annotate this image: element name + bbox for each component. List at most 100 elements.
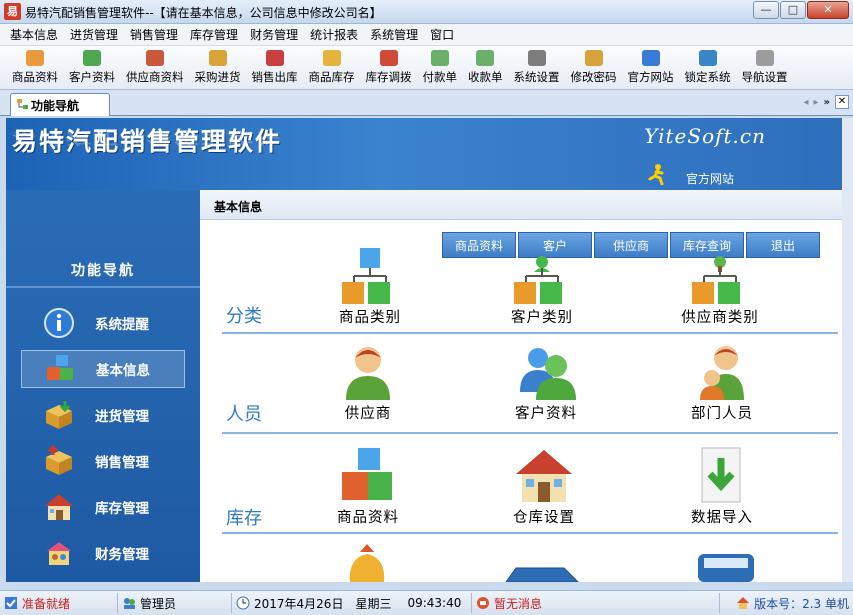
money-bag-icon[interactable] bbox=[342, 542, 392, 582]
toolbar-label: 客户资料 bbox=[69, 70, 115, 84]
toolbar-button-3[interactable]: 采购进货 bbox=[191, 46, 245, 89]
section-divider bbox=[222, 432, 838, 434]
toolbar-label: 采购进货 bbox=[194, 70, 241, 84]
users-icon bbox=[520, 348, 576, 400]
car-icon[interactable] bbox=[502, 562, 582, 582]
status-version: 版本号：2.3 单机 bbox=[720, 593, 853, 613]
toolbar-icon bbox=[26, 50, 44, 66]
supplier-tile[interactable]: 供应商 bbox=[298, 342, 438, 428]
supplier-category-tile[interactable]: 供应商类别 bbox=[650, 246, 790, 326]
tile-label: 数据导入 bbox=[691, 510, 753, 526]
toolbar-button-0[interactable]: 商品资料 bbox=[8, 46, 62, 89]
title-bar: 易 易特汽配销售管理软件--【请在基本信息，公司信息中修改公司名】 — □ ✕ bbox=[0, 0, 853, 24]
menu-system[interactable]: 系统管理 bbox=[364, 26, 424, 43]
toolbar-button-10[interactable]: 修改密码 bbox=[567, 46, 621, 89]
status-weekday: 星期三 bbox=[355, 596, 392, 611]
tab-close-icon[interactable]: ✕ bbox=[835, 95, 849, 109]
box-out-icon bbox=[46, 445, 72, 475]
toolbar-icon bbox=[322, 50, 341, 66]
sidebar-item-label: 系统提醒 bbox=[95, 317, 149, 333]
tile-label: 商品资料 bbox=[337, 510, 399, 526]
sidebar-item-purchase[interactable]: 进货管理 bbox=[21, 396, 185, 434]
product-profile-tile[interactable]: 商品资料 bbox=[298, 446, 438, 530]
toolbar-icon bbox=[208, 50, 227, 66]
status-date: 2017年4月26日 bbox=[254, 596, 344, 611]
warehouse-settings-tile[interactable]: 仓库设置 bbox=[474, 446, 614, 530]
tile-label: 商品类别 bbox=[339, 310, 401, 326]
toolbar-label: 供应商资料 bbox=[126, 70, 184, 84]
sidebar-item-sales[interactable]: 销售管理 bbox=[21, 442, 185, 480]
toolbar-label: 系统设置 bbox=[513, 70, 560, 84]
toolbar-button-12[interactable]: 锁定系统 bbox=[681, 46, 735, 89]
status-messages[interactable]: 暂无消息 bbox=[472, 593, 720, 613]
toolbar-button-1[interactable]: 客户资料 bbox=[65, 46, 119, 89]
house-icon bbox=[516, 450, 572, 502]
sidebar-item-finance[interactable]: 财务管理 bbox=[21, 534, 185, 572]
department-staff-tile[interactable]: 部门人员 bbox=[652, 342, 792, 428]
tab-strip: 功能导航 ◂ ▸ » ✕ bbox=[0, 90, 853, 116]
toolbar-button-7[interactable]: 付款单 bbox=[419, 46, 462, 89]
toolbar-button-4[interactable]: 销售出库 bbox=[248, 46, 302, 89]
toolbar-button-5[interactable]: 商品库存 bbox=[305, 46, 359, 89]
section-divider bbox=[222, 332, 838, 334]
toolbar-icon bbox=[379, 50, 398, 66]
toolbar-label: 官方网站 bbox=[627, 70, 674, 84]
menu-basic-info[interactable]: 基本信息 bbox=[4, 26, 64, 43]
house-icon bbox=[45, 494, 73, 520]
truck-icon[interactable] bbox=[696, 548, 756, 582]
toolbar-icon bbox=[641, 50, 660, 66]
toolbar: 商品资料 客户资料 供应商资料 采购进货 销售出库 商品库存 库存调拨 付款单 收款单 系统设置修… bbox=[0, 46, 853, 90]
menu-inventory[interactable]: 库存管理 bbox=[184, 26, 244, 43]
tile-label: 客户类别 bbox=[511, 310, 573, 326]
toolbar-button-8[interactable]: 收款单 bbox=[464, 46, 507, 89]
customer-category-tile[interactable]: 客户类别 bbox=[472, 246, 612, 326]
data-import-tile[interactable]: 数据导入 bbox=[652, 446, 792, 530]
customer-profile-tile[interactable]: 客户资料 bbox=[476, 342, 616, 428]
section-label-inventory: 库存 bbox=[226, 508, 262, 529]
app-banner: 易特汽配销售管理软件 易特汽配销售管理软件 YiteSoft.cn 官方网站 bbox=[6, 118, 842, 190]
tab-scroll-left-icon[interactable]: ◂ bbox=[803, 97, 808, 108]
toolbar-icon bbox=[584, 50, 603, 66]
menu-sales[interactable]: 销售管理 bbox=[124, 26, 184, 43]
sidebar-item-inventory[interactable]: 库存管理 bbox=[21, 488, 185, 526]
ready-icon bbox=[5, 597, 17, 609]
menu-window[interactable]: 窗口 bbox=[424, 26, 460, 43]
toolbar-button-13[interactable]: 导航设置 bbox=[738, 46, 792, 89]
menu-finance[interactable]: 财务管理 bbox=[244, 26, 304, 43]
sidebar-item-basic-info[interactable]: 基本信息 bbox=[21, 350, 185, 388]
toolbar-label: 收款单 bbox=[468, 70, 503, 84]
toolbar-icon bbox=[265, 50, 284, 66]
toolbar-button-11[interactable]: 官方网站 bbox=[624, 46, 678, 89]
minimize-button[interactable]: — bbox=[753, 1, 779, 19]
blocks-icon bbox=[342, 448, 392, 500]
sidebar-heading: 功能导航 bbox=[6, 254, 200, 288]
toolbar-icon bbox=[83, 50, 101, 66]
menu-reports[interactable]: 统计报表 bbox=[304, 26, 364, 43]
section-divider bbox=[222, 532, 838, 534]
vertical-scrollbar[interactable] bbox=[842, 118, 853, 582]
toolbar-button-9[interactable]: 系统设置 bbox=[510, 46, 564, 89]
window-title: 易特汽配销售管理软件--【请在基本信息，公司信息中修改公司名】 bbox=[25, 6, 382, 20]
runner-logo-icon[interactable] bbox=[646, 163, 668, 185]
tab-function-nav[interactable]: 功能导航 bbox=[10, 93, 110, 116]
section-label-personnel: 人员 bbox=[226, 404, 262, 425]
sidebar: 功能导航 系统提醒 基本信息 进货管理 销售管理 库存管理 财务管理 bbox=[6, 190, 200, 582]
tab-list-icon[interactable]: » bbox=[824, 97, 830, 108]
official-site-link[interactable]: 官方网站 bbox=[686, 170, 734, 187]
toolbar-button-2[interactable]: 供应商资料 bbox=[122, 46, 188, 89]
section-label-category: 分类 bbox=[226, 306, 262, 327]
maximize-button[interactable]: □ bbox=[780, 1, 806, 19]
product-category-tile[interactable]: 商品类别 bbox=[300, 246, 440, 326]
tab-scroll-right-icon[interactable]: ▸ bbox=[814, 97, 819, 108]
sidebar-item-label: 财务管理 bbox=[95, 547, 149, 563]
staff-icon bbox=[700, 346, 744, 400]
toolbar-label: 付款单 bbox=[422, 70, 458, 84]
menu-purchase[interactable]: 进货管理 bbox=[64, 26, 124, 43]
tree-icon bbox=[17, 99, 28, 109]
tile-label: 部门人员 bbox=[691, 406, 753, 422]
home-icon bbox=[737, 597, 750, 609]
message-icon bbox=[477, 597, 489, 609]
sidebar-item-reminder[interactable]: 系统提醒 bbox=[21, 304, 185, 342]
toolbar-button-6[interactable]: 库存调拨 bbox=[362, 46, 416, 89]
close-button[interactable]: ✕ bbox=[807, 1, 849, 19]
